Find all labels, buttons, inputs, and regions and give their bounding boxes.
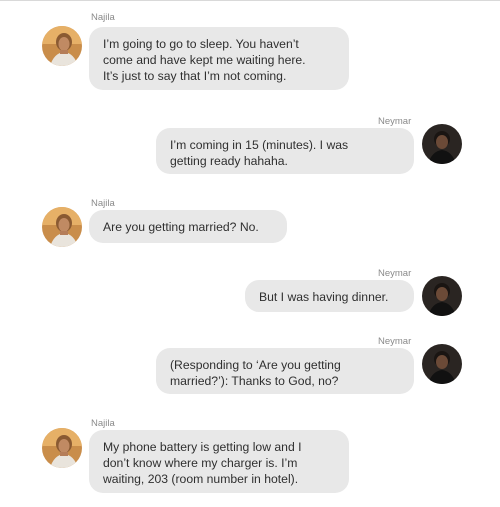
message-bubble: But I was having dinner. (245, 280, 414, 312)
message-bubble: I’m coming in 15 (minutes). I was gettin… (156, 128, 414, 174)
message-text: I’m coming in 15 (minutes). I was (170, 138, 349, 152)
message-bubble: My phone battery is getting low and I do… (89, 430, 349, 493)
message-bubble: I’m going to go to sleep. You haven’t co… (89, 27, 349, 90)
sender-name: Najila (91, 418, 115, 429)
female-avatar-icon[interactable] (42, 207, 82, 247)
chat-thread: Najila I’m going to go to sleep. You hav… (0, 0, 500, 507)
message-text: come and have kept me waiting here. (103, 53, 306, 67)
message-text: It’s just to say that I’m not coming. (103, 69, 287, 83)
message-text: don’t know where my charger is. I’m (103, 456, 298, 470)
male-avatar-icon[interactable] (422, 344, 462, 384)
message-text: I’m going to go to sleep. You haven’t (103, 37, 299, 51)
male-avatar-icon[interactable] (422, 124, 462, 164)
message-text: Are you getting married? No. (103, 220, 259, 234)
message-text: (Responding to ‘Are you getting (170, 358, 341, 372)
sender-name: Neymar (378, 336, 412, 347)
message-bubble: (Responding to ‘Are you getting married?… (156, 348, 414, 394)
sender-name: Neymar (378, 116, 412, 127)
sender-name: Neymar (378, 268, 412, 279)
message-bubble: Are you getting married? No. (89, 210, 287, 243)
male-avatar-icon[interactable] (422, 276, 462, 316)
message-text: married?’): Thanks to God, no? (170, 374, 339, 388)
message-text: getting ready hahaha. (170, 154, 288, 168)
message-text: But I was having dinner. (259, 290, 389, 304)
female-avatar-icon[interactable] (42, 428, 82, 468)
sender-name: Najila (91, 12, 115, 23)
message-text: waiting, 203 (room number in hotel). (103, 472, 299, 486)
sender-name: Najila (91, 198, 115, 209)
message-text: My phone battery is getting low and I (103, 440, 302, 454)
female-avatar-icon[interactable] (42, 26, 82, 66)
